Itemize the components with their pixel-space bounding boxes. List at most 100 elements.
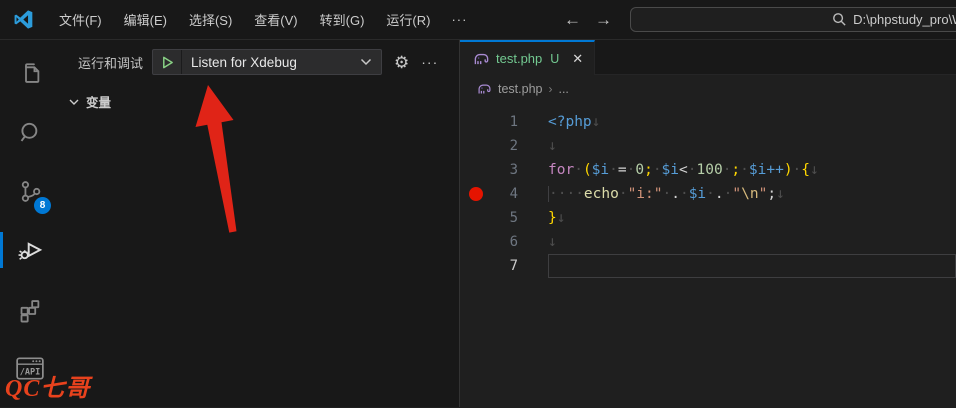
code-line[interactable]: 4····echo·"i:"·.·$i·.·"\n";↓ <box>460 182 956 206</box>
search-icon <box>832 12 847 27</box>
vscode-window: 文件(F) 编辑(E) 选择(S) 查看(V) 转到(G) 运行(R) ··· … <box>0 0 956 408</box>
code-line[interactable]: 2↓ <box>460 134 956 158</box>
menu-view[interactable]: 查看(V) <box>243 6 308 33</box>
gutter[interactable]: 6 <box>460 230 548 254</box>
tab-label: test.php <box>496 51 542 66</box>
extensions-icon <box>17 296 44 323</box>
line-number: 5 <box>460 206 518 230</box>
activity-explorer[interactable] <box>0 47 60 99</box>
gutter[interactable]: 5 <box>460 206 548 230</box>
menu-edit[interactable]: 编辑(E) <box>113 6 178 33</box>
token-ws: · <box>680 186 689 202</box>
token-num: 0 <box>635 162 644 178</box>
token-ws: ↓ <box>548 234 557 250</box>
gutter[interactable]: 2 <box>460 134 548 158</box>
token-ws: · <box>609 162 618 178</box>
line-number: 7 <box>460 254 518 278</box>
menu-run[interactable]: 运行(R) <box>375 6 441 33</box>
token-ws: · <box>574 162 583 178</box>
activity-run-and-debug[interactable] <box>0 224 60 276</box>
token-ws: · <box>653 162 662 178</box>
editor-group: test.php U ✕ test.php › ... 1<?php↓2↓3fo… <box>460 40 956 407</box>
token-kw: for <box>548 162 574 178</box>
command-center-search[interactable]: D:\phpstudy_pro\WWW <box>630 7 956 32</box>
code-line[interactable]: 5}↓ <box>460 206 956 230</box>
activity-bar: 8 <box>0 40 60 407</box>
token-ws: ↓ <box>776 186 785 202</box>
token-var: $i <box>592 162 609 178</box>
code-line[interactable]: 1 <?php↓ <box>460 110 956 134</box>
tab-bar: test.php U ✕ <box>460 40 956 75</box>
token-str: " <box>732 186 741 202</box>
token-br: { <box>801 162 810 178</box>
line-content[interactable]: <?php↓ <box>548 110 956 134</box>
token-ws: · <box>663 186 672 202</box>
run-debug-sidebar: 运行和调试 Listen for Xdebug ⚙ ··· <box>60 40 460 407</box>
start-debug-button[interactable] <box>153 50 182 74</box>
token-esc: \n <box>741 186 758 202</box>
chevron-down-icon <box>66 94 82 110</box>
menu-goto[interactable]: 转到(G) <box>309 6 376 33</box>
token-ws: · <box>793 162 802 178</box>
token-var: $i++ <box>749 162 784 178</box>
variables-section-header[interactable]: 变量 <box>60 78 459 111</box>
line-content[interactable]: }↓ <box>548 206 956 230</box>
gutter[interactable]: 1 <box>460 110 548 134</box>
token-op: . <box>715 186 724 202</box>
breadcrumb-symbol[interactable]: ... <box>558 82 568 96</box>
token-str: "i:" <box>628 186 663 202</box>
gutter[interactable]: 7 <box>460 254 548 278</box>
breadcrumb-separator-icon: › <box>548 82 552 96</box>
line-content[interactable]: for·($i·=·0;·$i<·100·;·$i++)·{↓ <box>548 158 956 182</box>
line-content[interactable]: ↓ <box>548 230 956 254</box>
workspace-path: D:\phpstudy_pro\WWW <box>853 12 956 27</box>
token-br: } <box>548 210 557 226</box>
debug-settings-gear-icon[interactable]: ⚙ <box>394 54 409 71</box>
token-op: . <box>671 186 680 202</box>
current-line[interactable] <box>548 254 956 278</box>
launch-config-label: Listen for Xdebug <box>182 55 351 70</box>
token-op: ; <box>767 186 776 202</box>
breadcrumb: test.php › ... <box>460 75 956 102</box>
line-number: 4 <box>460 182 518 206</box>
gutter[interactable]: 4 <box>460 182 548 206</box>
php-file-icon <box>473 52 490 66</box>
line-number: 6 <box>460 230 518 254</box>
code-line[interactable]: 7 <box>460 254 956 278</box>
token-ws: · <box>740 162 749 178</box>
token-ws: ↓ <box>557 210 566 226</box>
line-content[interactable]: ↓ <box>548 134 956 158</box>
token-var: $i <box>662 162 679 178</box>
code-line[interactable]: 3for·($i·=·0;·$i<·100·;·$i++)·{↓ <box>460 158 956 182</box>
code-line[interactable]: 6↓ <box>460 230 956 254</box>
line-number: 1 <box>460 110 518 134</box>
close-icon[interactable]: ✕ <box>572 51 583 67</box>
git-status-badge: U <box>550 52 559 66</box>
launch-config-dropdown[interactable]: Listen for Xdebug <box>152 49 382 75</box>
activity-source-control[interactable]: 8 <box>0 165 60 217</box>
menu-file[interactable]: 文件(F) <box>48 6 113 33</box>
gutter[interactable]: 3 <box>460 158 548 182</box>
sidebar-title: 运行和调试 <box>78 53 143 72</box>
token-tag: <?php <box>548 114 592 130</box>
menu-more-icon[interactable]: ··· <box>441 8 477 31</box>
chevron-down-icon <box>351 58 381 66</box>
menu-selection[interactable]: 选择(S) <box>178 6 243 33</box>
line-content[interactable]: ····echo·"i:"·.·$i·.·"\n";↓ <box>548 182 956 206</box>
debug-icon <box>16 236 45 265</box>
breadcrumb-file[interactable]: test.php <box>498 82 542 96</box>
code-lines[interactable]: 1<?php↓2↓3for·($i·=·0;·$i<·100·;·$i++)·{… <box>460 102 956 407</box>
history-nav: ← → <box>564 11 612 28</box>
debug-more-actions-icon[interactable]: ··· <box>421 54 438 70</box>
forward-icon[interactable]: → <box>595 11 612 28</box>
token-ws: ↓ <box>810 162 819 178</box>
source-control-badge: 8 <box>34 197 51 214</box>
search-icon <box>17 119 44 146</box>
back-icon[interactable]: ← <box>564 11 581 28</box>
token-op: = <box>618 162 627 178</box>
activity-extensions[interactable] <box>0 283 60 335</box>
token-br: ( <box>583 162 592 178</box>
tab-test-php[interactable]: test.php U ✕ <box>460 40 595 75</box>
token-var: $i <box>689 186 706 202</box>
activity-search[interactable] <box>0 106 60 158</box>
